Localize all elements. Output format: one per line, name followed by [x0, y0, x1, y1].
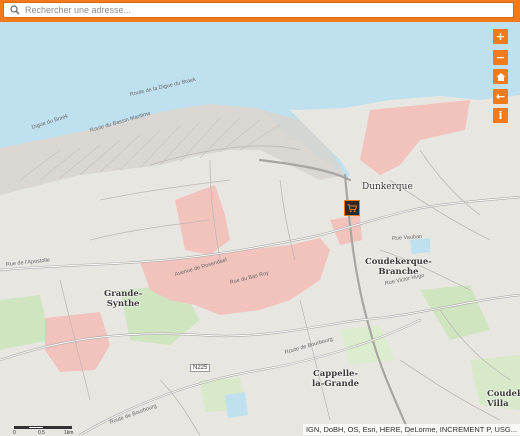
home-button[interactable] [493, 69, 508, 84]
shop-marker[interactable] [344, 200, 360, 216]
map-attribution[interactable]: IGN, DoBH, OS, Esri, HERE, DeLorme, INCR… [302, 424, 520, 435]
scale-label-end: 1km [64, 430, 74, 436]
scale-label-start: 0 [13, 430, 16, 436]
scale-bar-graphic [14, 426, 72, 429]
back-button[interactable]: ← [493, 89, 508, 104]
info-button[interactable]: i [493, 108, 508, 123]
place-label-coudekerque-village: Coudeke Villa [487, 389, 520, 409]
basemap[interactable] [0, 0, 520, 435]
search-bar-container [0, 0, 520, 22]
search-input[interactable] [22, 3, 513, 17]
zoom-in-button[interactable]: + [493, 29, 508, 44]
search-box[interactable] [3, 2, 514, 18]
place-label-cappelle-la-grande: Cappelle- la-Grande [312, 369, 360, 389]
scale-label-mid: 0.5 [38, 430, 45, 436]
search-icon[interactable] [8, 3, 22, 17]
zoom-out-button[interactable]: − [493, 50, 508, 65]
shopping-cart-icon [347, 204, 357, 213]
place-label-grande-synthe: Grande- Synthe [104, 289, 143, 309]
place-label-dunkerque: Dunkerque [362, 182, 413, 192]
home-icon [496, 72, 505, 81]
road-shield-n225: N225 [190, 364, 211, 372]
